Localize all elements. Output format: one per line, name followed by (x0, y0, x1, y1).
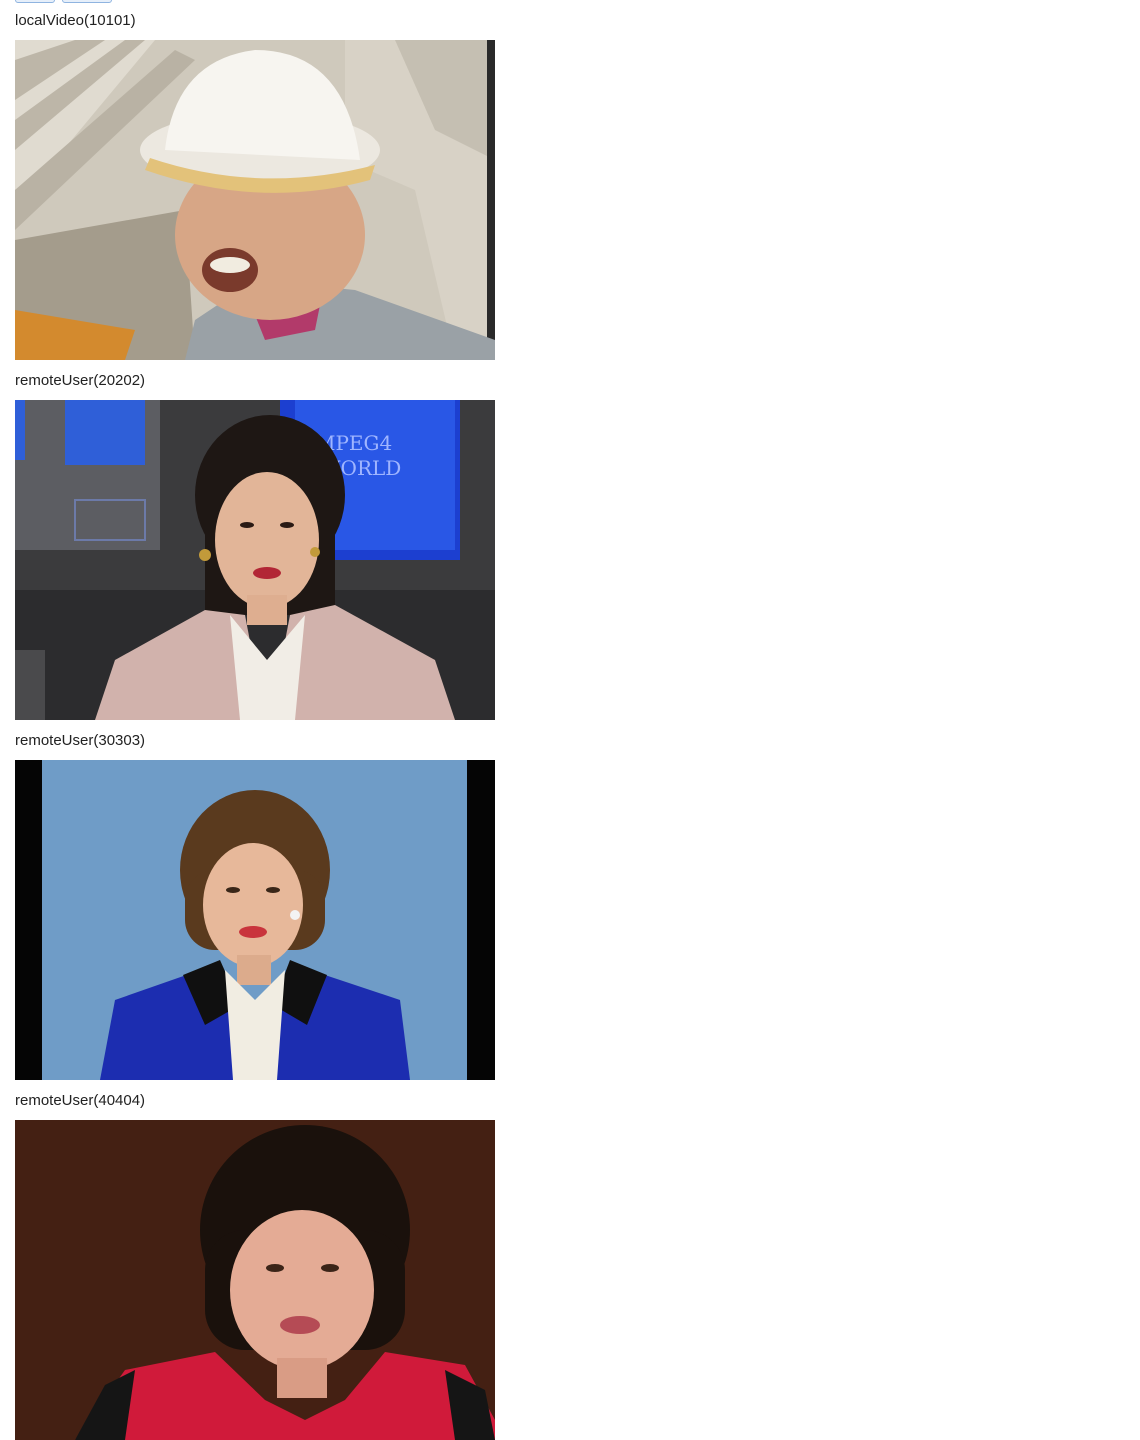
feed-label-remote-20202: remoteUser(20202) (15, 372, 146, 389)
remote-video-frame-20202: MPEG4 WORLD (15, 400, 495, 720)
video-feed-local: localVideo(10101) (15, 0, 495, 360)
video-feed-remote-20202: remoteUser(20202) MPEG4 WORLD (15, 360, 495, 720)
remote-video-frame-40404 (15, 1120, 495, 1440)
video-feed-remote-40404: remoteUser(40404) (15, 1080, 495, 1440)
local-video[interactable] (15, 40, 495, 360)
video-feed-list: localVideo(10101) remoteUser(20202) MPEG… (15, 0, 495, 1440)
remote-video-frame-30303 (15, 760, 495, 1080)
video-feed-remote-30303: remoteUser(30303) (15, 720, 495, 1080)
local-video-frame (15, 40, 495, 360)
feed-label-remote-30303: remoteUser(30303) (15, 732, 146, 749)
remote-video-40404[interactable] (15, 1120, 495, 1440)
feed-label-remote-40404: remoteUser(40404) (15, 1092, 146, 1109)
feed-label-local: localVideo(10101) (15, 12, 136, 29)
remote-video-30303[interactable] (15, 760, 495, 1080)
remote-video-20202[interactable]: MPEG4 WORLD (15, 400, 495, 720)
